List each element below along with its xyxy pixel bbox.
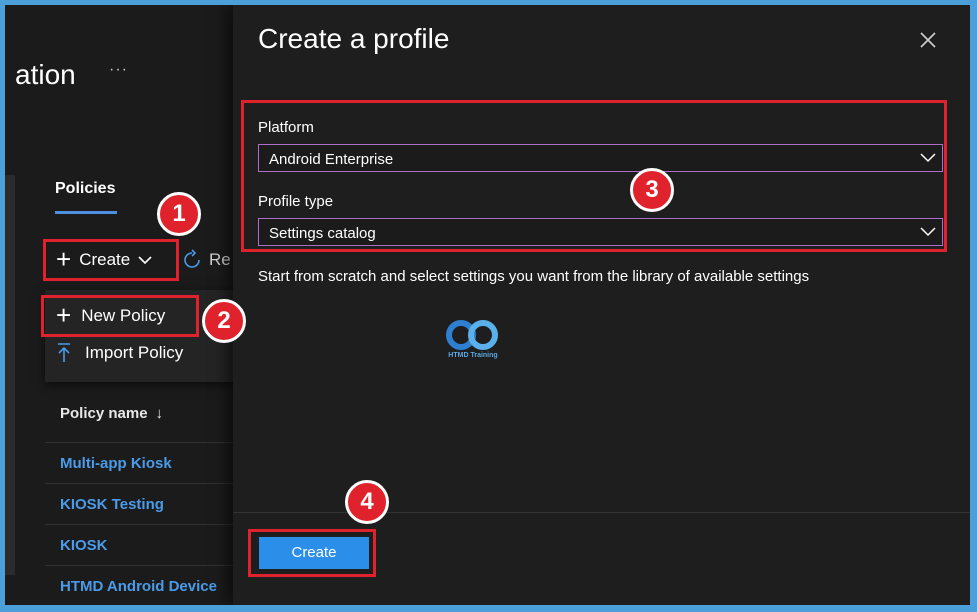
table-row[interactable]: Multi-app Kiosk — [45, 442, 235, 484]
annotation-badge-1: 1 — [157, 192, 201, 236]
menu-item-label: Import Policy — [85, 343, 184, 362]
sort-down-icon: ↓ — [155, 405, 164, 422]
profile-type-label: Profile type — [258, 193, 334, 210]
policy-link[interactable]: KIOSK Testing — [60, 496, 164, 513]
app-frame: ation ··· Policies + Create Re + New Pol… — [5, 5, 970, 605]
panel-title: Create a profile — [258, 23, 450, 54]
chevron-down-icon — [920, 153, 936, 163]
refresh-icon — [184, 249, 200, 268]
tab-policies[interactable]: Policies — [55, 180, 115, 198]
menu-item-new-policy[interactable]: + New Policy — [41, 295, 199, 337]
chevron-down-icon — [138, 256, 152, 265]
more-options-icon[interactable]: ··· — [109, 61, 128, 79]
table-row[interactable]: KIOSK Testing — [45, 483, 235, 525]
plus-icon: + — [56, 299, 72, 330]
chevron-down-icon — [920, 227, 936, 237]
policy-link[interactable]: Multi-app Kiosk — [60, 455, 172, 472]
refresh-label: Re — [209, 250, 231, 269]
table-row[interactable]: KIOSK — [45, 524, 235, 566]
create-label: Create — [79, 250, 131, 269]
menu-item-import-policy[interactable]: Import Policy — [57, 343, 183, 363]
create-button[interactable]: Create — [259, 537, 369, 569]
policy-link[interactable]: HTMD Android Device — [60, 578, 217, 595]
plus-icon: + — [56, 243, 72, 274]
create-dropdown-button[interactable]: + Create — [43, 239, 179, 281]
column-header-label: Policy name — [60, 405, 148, 422]
profile-type-select[interactable]: Settings catalog — [258, 218, 943, 246]
left-nav-strip — [5, 175, 15, 575]
page-title: ation — [15, 59, 76, 90]
upload-icon — [58, 343, 70, 362]
policy-link[interactable]: KIOSK — [60, 537, 108, 554]
refresh-button[interactable]: Re — [181, 249, 231, 271]
footer-divider — [233, 512, 970, 513]
annotation-badge-3: 3 — [630, 168, 674, 212]
annotation-badge-4: 4 — [345, 480, 389, 524]
profile-type-value: Settings catalog — [269, 225, 376, 242]
table-row[interactable]: HTMD Android Device — [45, 565, 235, 605]
menu-item-label: New Policy — [81, 306, 166, 325]
htmd-logo: HTMD Training — [443, 318, 503, 366]
platform-label: Platform — [258, 119, 314, 136]
close-icon[interactable] — [915, 27, 941, 53]
tab-active-indicator — [55, 211, 117, 214]
profile-description: Start from scratch and select settings y… — [258, 268, 810, 285]
platform-select[interactable]: Android Enterprise — [258, 144, 943, 172]
create-profile-panel: Create a profile Platform Android Enterp… — [233, 5, 970, 605]
platform-value: Android Enterprise — [269, 151, 394, 168]
logo-text: HTMD Training — [448, 352, 498, 359]
htmd-logo-mark — [446, 320, 498, 350]
column-header-policy-name[interactable]: Policy name ↓ — [60, 405, 163, 422]
annotation-badge-2: 2 — [202, 299, 246, 343]
